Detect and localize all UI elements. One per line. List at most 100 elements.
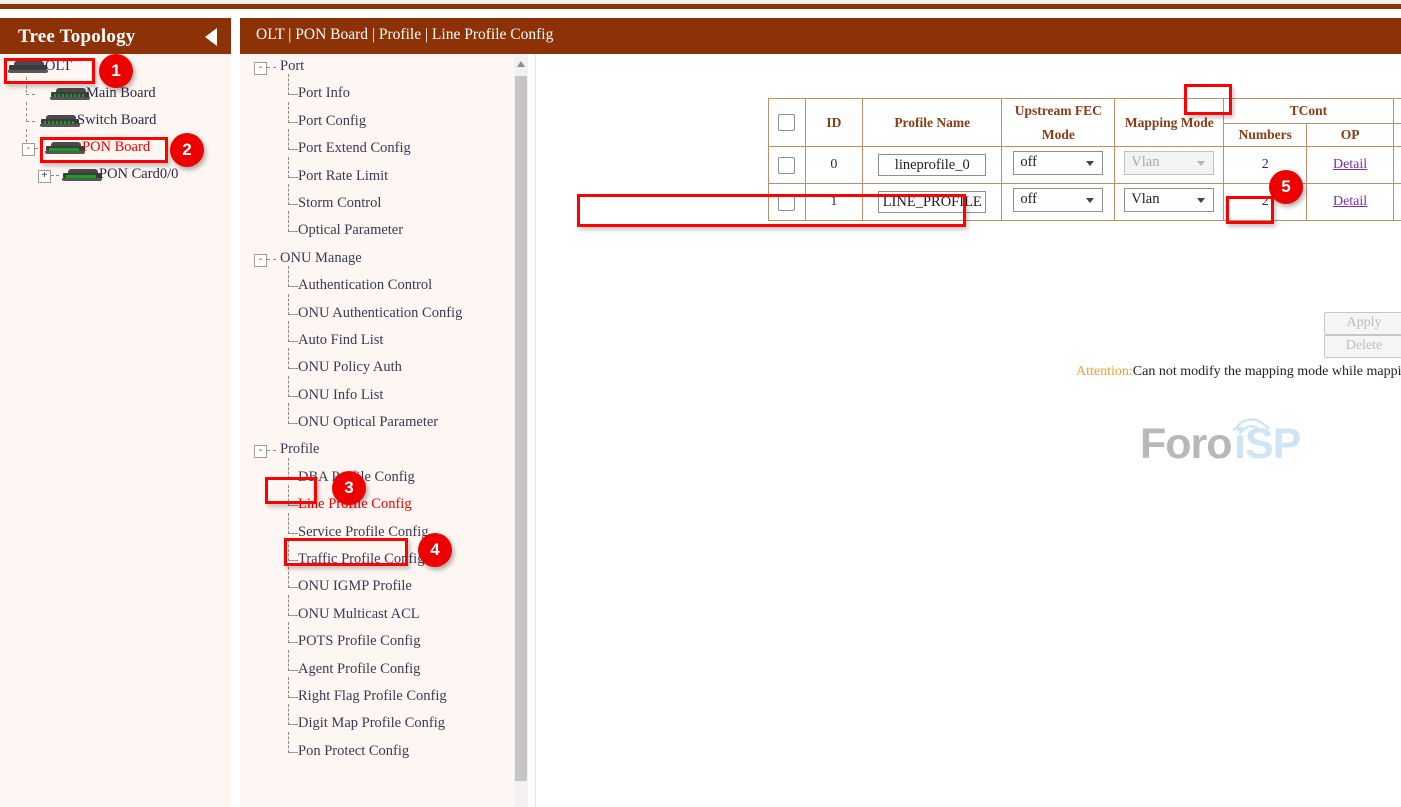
menu-item-label: Digit Map Profile Config bbox=[298, 715, 445, 732]
tcont-detail-link[interactable]: Detail bbox=[1333, 194, 1367, 209]
menu-item-label: Auto Find List bbox=[298, 332, 383, 349]
row-select-cell bbox=[769, 147, 806, 184]
tree-item-switch-board[interactable]: Switch Board bbox=[0, 108, 231, 135]
col-header-profile-name: Profile Name bbox=[863, 99, 1002, 147]
table-head: ID Profile Name Upstream FEC Mode Mappin… bbox=[769, 99, 1401, 147]
tree-item-label: Main Board bbox=[86, 85, 156, 102]
menu-item-9[interactable]: ONU Authentication Config bbox=[240, 301, 510, 328]
menu-expander[interactable]: - bbox=[254, 254, 267, 267]
menu-item-16[interactable]: Line Profile Config bbox=[240, 492, 510, 519]
menu-item-4[interactable]: Port Rate Limit bbox=[240, 164, 510, 191]
menu-item-label: Service Profile Config bbox=[298, 524, 428, 541]
menu-item-24[interactable]: Digit Map Profile Config bbox=[240, 711, 510, 738]
menu-item-label: ONU Multicast ACL bbox=[298, 606, 420, 623]
apply-button[interactable]: Apply bbox=[1324, 312, 1401, 335]
menu-item-11[interactable]: ONU Policy Auth bbox=[240, 355, 510, 382]
menu-group-14[interactable]: -Profile bbox=[240, 437, 510, 464]
menu-group-0[interactable]: -Port bbox=[240, 54, 510, 81]
menu-expander[interactable]: - bbox=[254, 445, 267, 458]
menu-item-19[interactable]: ONU IGMP Profile bbox=[240, 574, 510, 601]
wifi-arc-icon bbox=[1228, 412, 1274, 438]
menu-item-label: Profile bbox=[280, 441, 319, 458]
row-checkbox[interactable] bbox=[778, 157, 795, 174]
mapping-mode-select[interactable]: Vlan bbox=[1124, 188, 1214, 212]
menu-item-2[interactable]: Port Config bbox=[240, 109, 510, 136]
device-icon bbox=[45, 142, 85, 155]
mapping-mode-select: Vlan bbox=[1124, 151, 1214, 175]
cell-profile-name: LINE_PROFILE bbox=[863, 184, 1002, 221]
menu-item-17[interactable]: Service Profile Config bbox=[240, 520, 510, 547]
menu-item-1[interactable]: Port Info bbox=[240, 81, 510, 108]
col-header-gem: gem bbox=[1393, 99, 1401, 124]
tree-item-pon-card[interactable]: + PON Card0/0 bbox=[0, 162, 231, 189]
menu-item-label: Optical Parameter bbox=[298, 222, 403, 239]
chevron-down-icon bbox=[1197, 161, 1205, 166]
line-profile-table-wrap: ID Profile Name Upstream FEC Mode Mappin… bbox=[768, 98, 1401, 221]
menu-item-label: Port Extend Config bbox=[298, 140, 411, 157]
col-header-upstream-fec-mode: Upstream FEC Mode bbox=[1002, 99, 1115, 147]
menu-item-18[interactable]: Traffic Profile Config bbox=[240, 547, 510, 574]
menu-item-15[interactable]: DBA Profile Config bbox=[240, 465, 510, 492]
menu-scrollbar-thumb[interactable] bbox=[515, 76, 527, 781]
col-header-gem-numbers: Numbers bbox=[1393, 123, 1401, 147]
menu-item-5[interactable]: Storm Control bbox=[240, 191, 510, 218]
cell-tcont-op: Detail bbox=[1307, 184, 1393, 221]
select-all-checkbox[interactable] bbox=[778, 114, 795, 131]
collapse-sidebar-icon[interactable] bbox=[205, 28, 217, 46]
col-header-tcont-numbers: Numbers bbox=[1224, 123, 1307, 147]
main-panel: ID Profile Name Upstream FEC Mode Mappin… bbox=[535, 54, 1401, 807]
menu-expander[interactable]: - bbox=[254, 62, 267, 75]
menu-item-label: Port Config bbox=[298, 113, 366, 130]
chevron-down-icon bbox=[1086, 198, 1094, 203]
device-icon bbox=[50, 88, 90, 101]
menu-item-3[interactable]: Port Extend Config bbox=[240, 136, 510, 163]
menu-item-label: POTS Profile Config bbox=[298, 633, 420, 650]
col-header-tcont: TCont bbox=[1224, 99, 1394, 124]
upstream-fec-mode-select[interactable]: off bbox=[1013, 188, 1103, 212]
menu-item-label: ONU Authentication Config bbox=[298, 305, 462, 322]
tree-item-pon-board[interactable]: - PON Board bbox=[0, 135, 231, 162]
menu-group-7[interactable]: -ONU Manage bbox=[240, 246, 510, 273]
watermark-part1: Foro bbox=[1140, 420, 1232, 469]
upstream-fec-mode-select[interactable]: off bbox=[1013, 151, 1103, 175]
menu-item-label: Line Profile Config bbox=[298, 496, 412, 513]
line-profile-table: ID Profile Name Upstream FEC Mode Mappin… bbox=[768, 98, 1401, 221]
cell-gem-numbers: 1 bbox=[1393, 147, 1401, 184]
menu-item-20[interactable]: ONU Multicast ACL bbox=[240, 602, 510, 629]
menu-item-label: Port Rate Limit bbox=[298, 168, 388, 185]
tcont-detail-link[interactable]: Detail bbox=[1333, 157, 1367, 172]
menu-item-label: Port Info bbox=[298, 85, 350, 102]
menu-item-10[interactable]: Auto Find List bbox=[240, 328, 510, 355]
cell-tcont-op: Detail bbox=[1307, 147, 1393, 184]
menu-item-8[interactable]: Authentication Control bbox=[240, 273, 510, 300]
navigation-menu-panel: -Port Port Info Port Config Port Extend Con… bbox=[240, 54, 528, 807]
table-row: 0lineprofile_0offVlan2Detail1Detail0 bbox=[769, 147, 1401, 184]
menu-item-22[interactable]: Agent Profile Config bbox=[240, 657, 510, 684]
tree-expander-pon-card[interactable]: + bbox=[38, 170, 51, 183]
menu-item-label: Traffic Profile Config bbox=[298, 551, 424, 568]
attention-text: Can not modify the mapping mode while ma… bbox=[1133, 364, 1401, 379]
tree-item-olt[interactable]: OLT bbox=[0, 54, 231, 81]
profile-name-input[interactable]: LINE_PROFILE bbox=[878, 191, 986, 213]
device-icon bbox=[40, 115, 80, 128]
scroll-up-icon[interactable] bbox=[517, 61, 525, 67]
action-button-row: Apply Add Delete Refresh bbox=[1324, 312, 1401, 358]
foroisp-watermark: Foro iSP bbox=[1140, 412, 1324, 470]
sidebar-title: Tree Topology bbox=[18, 26, 136, 48]
menu-item-25[interactable]: Pon Protect Config bbox=[240, 739, 510, 766]
row-checkbox[interactable] bbox=[778, 194, 795, 211]
tree-expander-pon-board[interactable]: - bbox=[22, 143, 35, 156]
menu-item-21[interactable]: POTS Profile Config bbox=[240, 629, 510, 656]
tree-item-label: OLT bbox=[45, 58, 72, 75]
delete-button[interactable]: Delete bbox=[1324, 335, 1401, 358]
tree-item-label: PON Card0/0 bbox=[99, 166, 178, 183]
device-tree: OLT Main Board Switch Board bbox=[0, 54, 231, 189]
menu-item-6[interactable]: Optical Parameter bbox=[240, 218, 510, 245]
menu-item-23[interactable]: Right Flag Profile Config bbox=[240, 684, 510, 711]
menu-item-12[interactable]: ONU Info List bbox=[240, 383, 510, 410]
menu-item-13[interactable]: ONU Optical Parameter bbox=[240, 410, 510, 437]
tree-item-main-board[interactable]: Main Board bbox=[0, 81, 231, 108]
profile-name-input[interactable]: lineprofile_0 bbox=[878, 154, 986, 176]
menu-scrollbar[interactable] bbox=[514, 54, 528, 807]
app-window: Tree Topology OLT Main Board bbox=[0, 0, 1401, 807]
